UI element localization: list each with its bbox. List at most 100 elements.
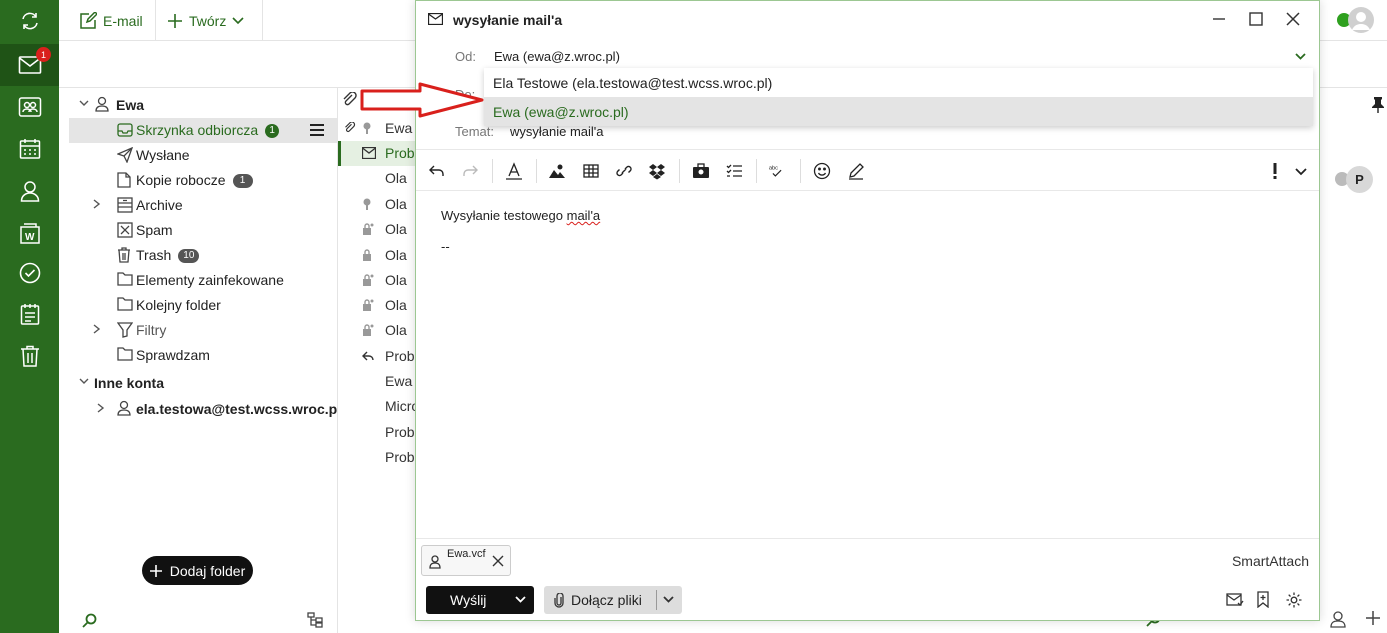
bookmark-icon[interactable] — [1256, 591, 1270, 608]
folder-icon — [117, 297, 133, 311]
redo-icon[interactable] — [461, 162, 479, 180]
emoji-icon[interactable] — [813, 162, 831, 180]
lock-icon — [363, 223, 374, 235]
attachment-chip[interactable]: Ewa.vcf — [421, 545, 511, 576]
user-icon — [95, 96, 109, 112]
pen-icon[interactable] — [847, 162, 865, 180]
read-receipt-icon[interactable] — [1226, 592, 1244, 608]
folder-filters[interactable]: Filtry — [69, 318, 337, 343]
compose-titlebar[interactable]: wysyłanie mail'a — [416, 1, 1319, 37]
folder-sent[interactable]: Wysłane — [69, 143, 337, 168]
subject-input[interactable]: wysyłanie mail'a — [510, 124, 604, 139]
envelope-icon — [362, 147, 376, 159]
trash-icon[interactable] — [0, 335, 59, 377]
calendar-icon[interactable] — [0, 128, 59, 170]
plus-icon[interactable] — [1366, 611, 1380, 625]
chevron-right-icon[interactable] — [97, 403, 105, 413]
checklist-icon[interactable] — [725, 162, 743, 180]
attach-files-button[interactable]: Dołącz pliki — [544, 586, 682, 614]
folder-infected[interactable]: Elementy zainfekowane — [69, 268, 337, 293]
email-button[interactable]: E-mail — [79, 0, 143, 41]
image-icon[interactable] — [548, 162, 566, 180]
contact-avatar[interactable]: P — [1346, 166, 1373, 193]
chevron-right-icon[interactable] — [93, 199, 101, 209]
chevron-down-icon[interactable] — [663, 596, 674, 604]
close-icon[interactable] — [1284, 10, 1302, 28]
compose-edit-icon — [80, 11, 97, 29]
folder-icon — [117, 272, 133, 286]
create-button[interactable]: Twórz — [167, 0, 244, 41]
account-header[interactable]: Ewa — [69, 93, 337, 118]
create-label: Twórz — [189, 12, 227, 29]
reply-icon — [362, 351, 374, 361]
user-icon[interactable] — [0, 170, 59, 212]
user-avatar-icon[interactable] — [1347, 6, 1375, 34]
envelope-icon — [428, 13, 443, 25]
send-button[interactable]: Wyślij — [426, 586, 534, 614]
folder-label: Trash — [136, 247, 172, 263]
contacts-icon[interactable] — [0, 86, 59, 128]
table-icon[interactable] — [582, 162, 600, 180]
dropdown-option-selected[interactable]: Ewa (ewa@z.wroc.pl) — [484, 97, 1313, 126]
annotation-arrow-icon — [360, 82, 484, 118]
search-icon[interactable] — [81, 613, 97, 629]
folder-drafts[interactable]: Kopie robocze 1 — [69, 168, 337, 193]
folder-next[interactable]: Kolejny folder — [69, 293, 337, 318]
folder-label: Skrzynka odbiorcza — [136, 122, 259, 138]
folder-trash[interactable]: Trash 10 — [69, 243, 337, 268]
account-name: Ewa — [116, 97, 145, 113]
attachment-box-icon[interactable] — [692, 162, 710, 180]
other-accounts-header[interactable]: Inne konta — [69, 371, 337, 396]
from-label: Od: — [455, 49, 476, 64]
chevron-down-icon[interactable] — [515, 596, 526, 604]
chevron-down-icon — [79, 100, 89, 106]
chevron-right-icon[interactable] — [93, 324, 101, 334]
lock-icon — [363, 274, 374, 286]
email-label: E-mail — [103, 12, 143, 29]
documents-icon[interactable]: W — [0, 212, 59, 254]
spellcheck-icon[interactable]: abc — [768, 162, 786, 180]
from-select[interactable]: Ewa (ewa@z.wroc.pl) — [494, 49, 620, 64]
folder-check[interactable]: Sprawdzam — [69, 343, 337, 368]
minimize-icon[interactable] — [1210, 10, 1228, 28]
refresh-icon[interactable] — [0, 0, 59, 42]
body-text: Wysyłanie testowego — [441, 208, 567, 223]
tasks-check-icon[interactable] — [0, 252, 59, 294]
compose-footer: Wyślij Dołącz pliki — [416, 579, 1319, 621]
maximize-icon[interactable] — [1247, 10, 1265, 28]
link-icon[interactable] — [615, 162, 633, 180]
undo-icon[interactable] — [428, 162, 446, 180]
importance-icon[interactable] — [1266, 162, 1284, 180]
add-user-icon[interactable] — [1330, 610, 1348, 628]
add-folder-label: Dodaj folder — [169, 562, 246, 579]
user-icon — [117, 400, 131, 416]
settings-gear-icon[interactable] — [1285, 591, 1303, 609]
add-folder-button[interactable]: Dodaj folder — [142, 556, 253, 585]
from-dropdown: Ela Testowe (ela.testowa@test.wcss.wroc.… — [484, 68, 1313, 126]
chevron-down-icon[interactable] — [1292, 162, 1310, 180]
notes-icon[interactable] — [0, 293, 59, 335]
dropbox-icon[interactable] — [648, 162, 666, 180]
folder-spam[interactable]: Spam — [69, 218, 337, 243]
folder-inbox[interactable]: Skrzynka odbiorcza 1 — [69, 118, 337, 143]
folder-archive[interactable]: Archive — [69, 193, 337, 218]
folder-label: Kolejny folder — [136, 297, 221, 313]
pin-icon[interactable] — [1372, 97, 1384, 113]
message-body[interactable]: Wysyłanie testowego mail'a — [441, 208, 600, 223]
app-rail: 1 W — [0, 0, 59, 633]
menu-icon[interactable] — [310, 124, 324, 136]
plus-icon — [149, 564, 162, 577]
attachment-name: Ewa.vcf — [447, 548, 486, 560]
remove-attachment-icon[interactable] — [492, 555, 504, 567]
folder-tree-icon[interactable] — [307, 612, 325, 628]
font-format-icon[interactable] — [505, 162, 523, 180]
dropdown-option[interactable]: Ela Testowe (ela.testowa@test.wcss.wroc.… — [484, 68, 1313, 97]
chevron-down-icon[interactable] — [1295, 53, 1306, 61]
smartattach-label[interactable]: SmartAttach — [1232, 553, 1309, 569]
chevron-down-icon — [232, 16, 244, 24]
trash-count: 10 — [178, 249, 200, 263]
other-account-item[interactable]: ela.testowa@test.wcss.wroc.pl — [69, 396, 341, 421]
send-label: Wyślij — [450, 592, 487, 608]
priority-icon — [363, 198, 371, 210]
editor-toolbar: abc — [416, 149, 1319, 191]
